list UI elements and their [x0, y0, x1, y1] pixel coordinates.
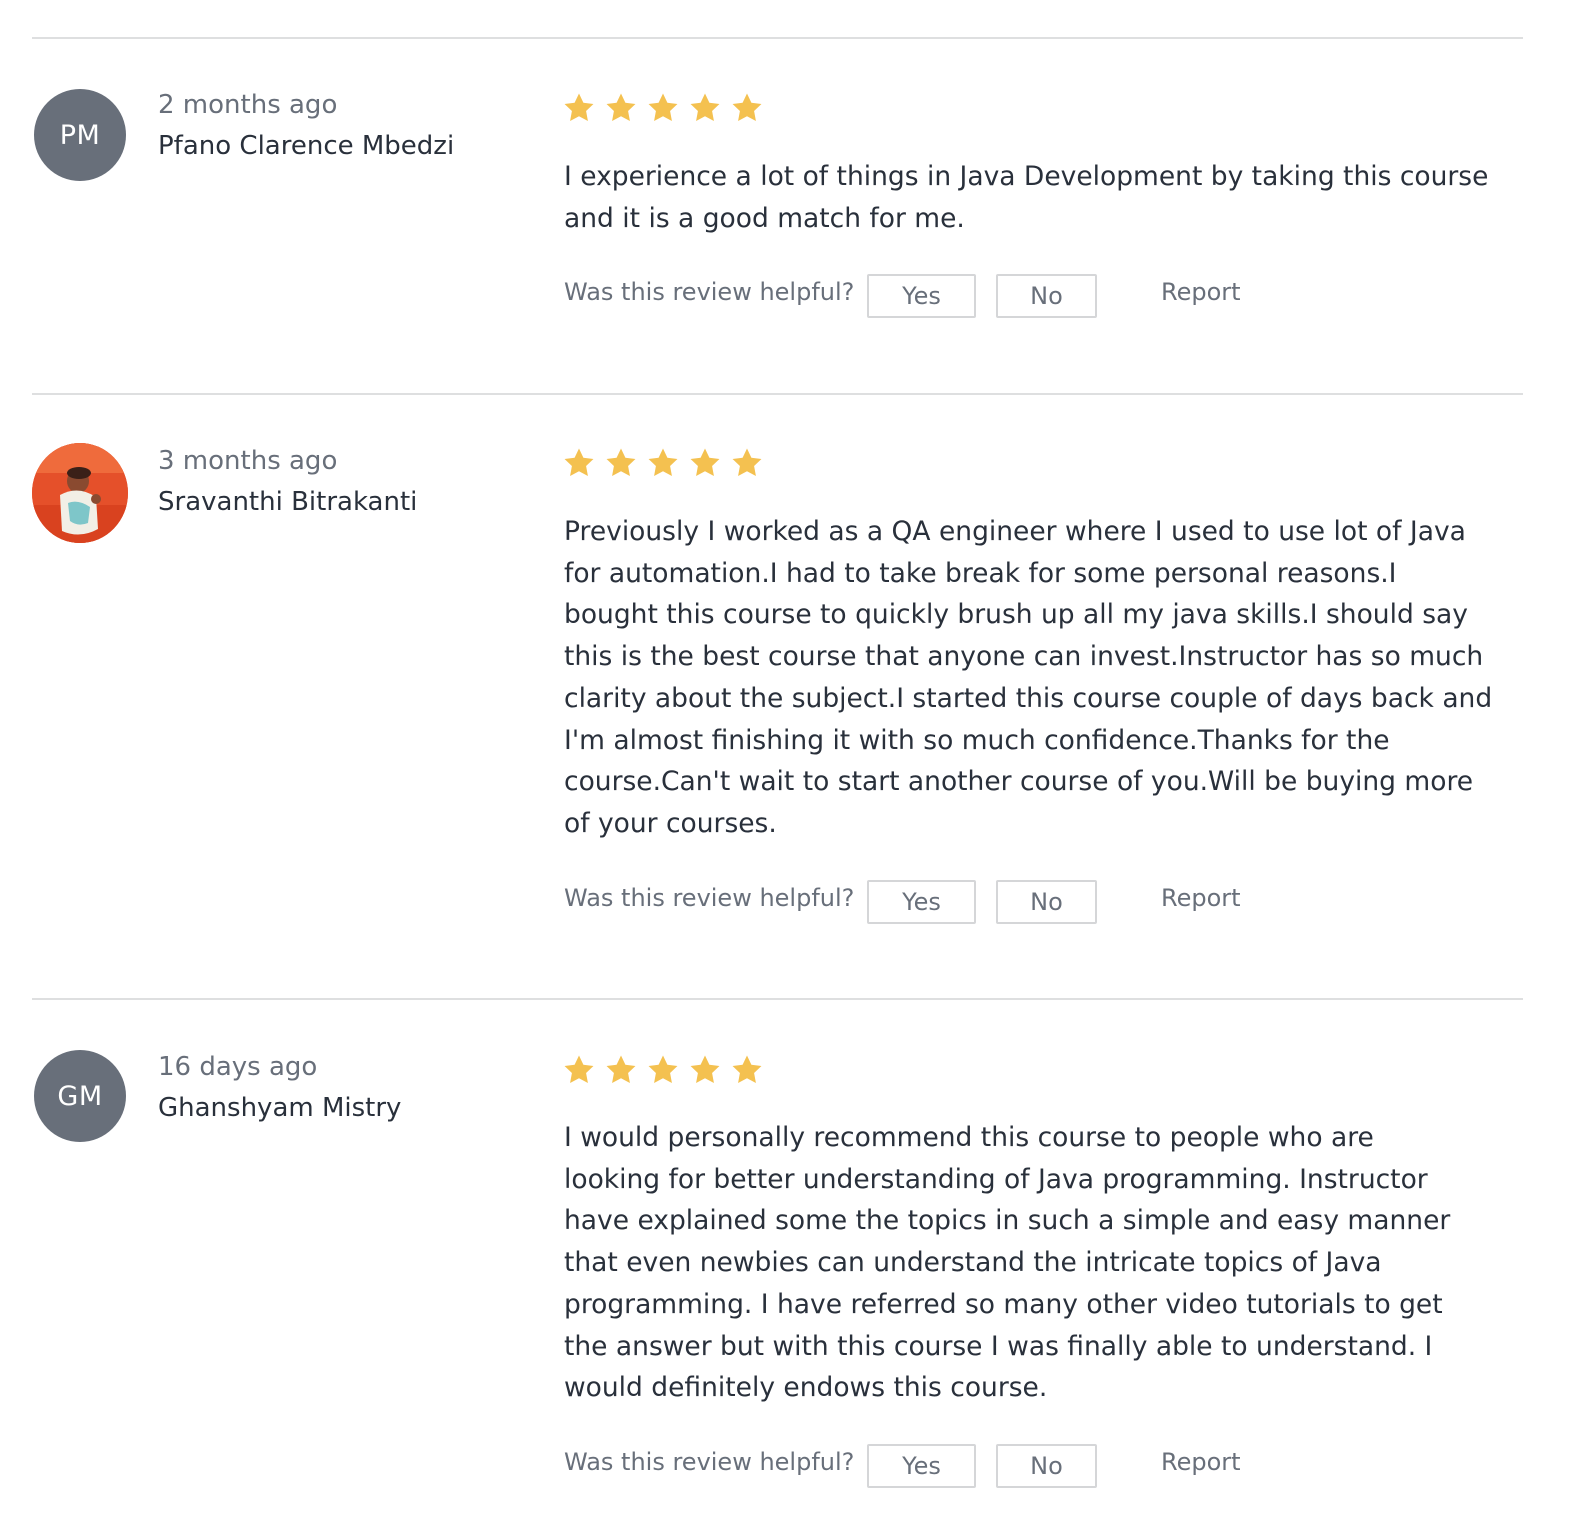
star-icon: [690, 1055, 720, 1084]
yes-button[interactable]: Yes: [867, 274, 976, 318]
helpful-label: Was this review helpful?: [564, 1448, 855, 1476]
star-rating: [562, 91, 764, 125]
report-link[interactable]: Report: [1161, 1448, 1241, 1476]
review-feedback: Was this review helpful? Yes No Report: [564, 274, 1264, 320]
no-button[interactable]: No: [996, 880, 1097, 924]
reviewer-name[interactable]: Pfano Clarence Mbedzi: [158, 131, 454, 161]
star-icon: [564, 1055, 594, 1084]
yes-button[interactable]: Yes: [867, 880, 976, 924]
review-time: 2 months ago: [158, 90, 338, 120]
star-icon: [564, 448, 594, 477]
review-text: Previously I worked as a QA engineer whe…: [564, 516, 1493, 839]
star-icon: [606, 1055, 636, 1084]
star-icon: [606, 448, 636, 477]
star-icon: [732, 93, 762, 122]
star-icon: [690, 448, 720, 477]
helpful-label: Was this review helpful?: [564, 278, 855, 306]
star-rating: [562, 1053, 764, 1087]
review-time: 3 months ago: [158, 446, 338, 476]
divider: [32, 393, 1523, 395]
review-time: 16 days ago: [158, 1052, 318, 1082]
avatar-initials: PM: [59, 119, 101, 151]
star-icon: [606, 93, 636, 122]
no-button[interactable]: No: [996, 1444, 1097, 1488]
divider: [32, 998, 1523, 1000]
report-link[interactable]: Report: [1161, 278, 1241, 306]
star-icon: [690, 93, 720, 122]
avatar[interactable]: PM: [34, 89, 126, 181]
star-icon: [648, 93, 678, 122]
helpful-label: Was this review helpful?: [564, 884, 855, 912]
report-link[interactable]: Report: [1161, 884, 1241, 912]
star-icon: [648, 448, 678, 477]
review-text: I experience a lot of things in Java Dev…: [564, 161, 1489, 234]
review-feedback: Was this review helpful? Yes No Report: [564, 880, 1264, 926]
review-text: I would personally recommend this course…: [564, 1122, 1451, 1404]
review-feedback: Was this review helpful? Yes No Report: [564, 1444, 1264, 1490]
no-button[interactable]: No: [996, 274, 1097, 318]
yes-button[interactable]: Yes: [867, 1444, 976, 1488]
reviewer-name[interactable]: Ghanshyam Mistry: [158, 1093, 401, 1123]
star-rating: [562, 446, 764, 480]
avatar[interactable]: GM: [34, 1050, 126, 1142]
avatar-initials: GM: [57, 1080, 103, 1112]
star-icon: [732, 1055, 762, 1084]
star-icon: [648, 1055, 678, 1084]
review-list: PM 2 months ago Pfano Clarence Mbedzi I …: [0, 0, 1578, 1514]
reviewer-photo-image: [32, 443, 128, 543]
reviewer-name[interactable]: Sravanthi Bitrakanti: [158, 487, 417, 517]
avatar[interactable]: [32, 443, 128, 543]
star-icon: [732, 448, 762, 477]
star-icon: [564, 93, 594, 122]
divider: [32, 37, 1523, 39]
